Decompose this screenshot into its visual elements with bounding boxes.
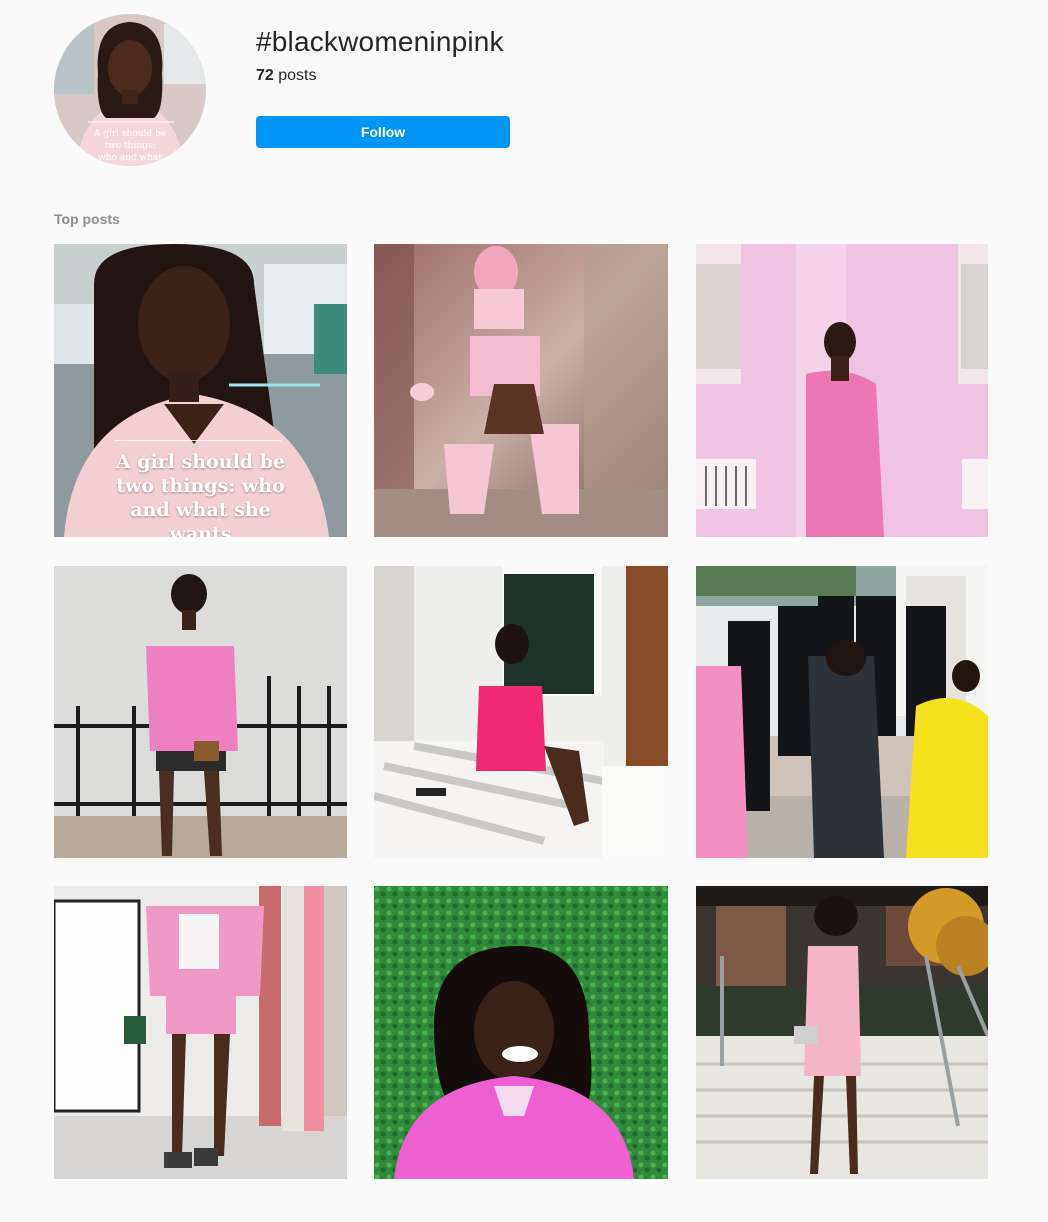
post-image-7 — [54, 886, 347, 1179]
hashtag-avatar: A girl should be two things: who and wha… — [54, 14, 206, 166]
post-caption-rule — [114, 440, 281, 441]
post-tile-6[interactable] — [696, 566, 988, 858]
post-image-5 — [374, 566, 668, 858]
post-tile-5[interactable] — [374, 566, 668, 858]
post-tile-8[interactable] — [374, 886, 668, 1179]
svg-text:A girl should be: A girl should be — [93, 129, 166, 139]
post-image-3 — [696, 244, 988, 537]
hashtag-title: #blackwomeninpink — [256, 26, 504, 57]
post-count-number: 72 — [256, 67, 274, 84]
post-image-2 — [374, 244, 668, 537]
svg-text:who and what: who and what — [98, 153, 162, 163]
top-posts-label: Top posts — [54, 211, 120, 227]
post-count: 72 posts — [256, 66, 316, 86]
post-image-9 — [696, 886, 988, 1179]
post-tile-2[interactable] — [374, 244, 668, 537]
post-tile-1[interactable]: A girl should be two things: who and wha… — [54, 244, 347, 537]
svg-text:two things:: two things: — [104, 141, 155, 151]
post-count-suffix: posts — [273, 67, 317, 84]
hashtag-page: A girl should be two things: who and wha… — [0, 0, 1048, 1222]
post-image-4 — [54, 566, 347, 858]
avatar-image: A girl should be two things: who and wha… — [54, 14, 206, 166]
post-tile-7[interactable] — [54, 886, 347, 1179]
post-overlay-caption: A girl should be two things: who and wha… — [115, 451, 286, 537]
post-image-8 — [374, 886, 668, 1179]
post-tile-4[interactable] — [54, 566, 347, 858]
post-tile-3[interactable] — [696, 244, 988, 537]
post-image-6 — [696, 566, 988, 858]
post-tile-9[interactable] — [696, 886, 988, 1179]
follow-button[interactable]: Follow — [256, 116, 510, 148]
